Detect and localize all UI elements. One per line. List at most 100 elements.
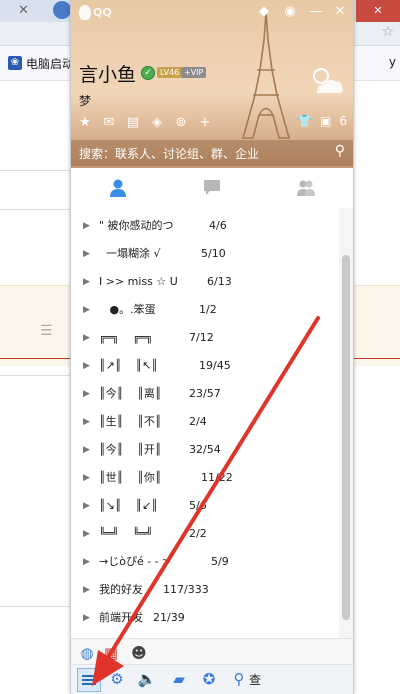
close-icon[interactable]: ✕: [329, 2, 351, 22]
group-name: " 被你感动的つ: [99, 219, 174, 232]
group-count: 5/10: [201, 247, 226, 260]
find-label[interactable]: 查: [249, 671, 261, 688]
group-count: 5/9: [211, 555, 229, 568]
minimize-icon[interactable]: —: [305, 2, 327, 22]
expand-arrow-icon[interactable]: ▶: [83, 604, 90, 632]
find-icon[interactable]: ⚲: [229, 669, 249, 689]
qq-main-panel: QQ ◆ ◉ — ✕ 言小鱼 ✓ LV46 +VIP 梦 ★ ✉ ▤ ◈ ⊚ +…: [70, 0, 354, 694]
search-icon[interactable]: ⚲: [335, 143, 345, 159]
group-count: 1/2: [199, 303, 217, 316]
app-icon[interactable]: ▦: [101, 643, 121, 663]
main-tabs: [71, 168, 353, 209]
expand-arrow-icon[interactable]: ▶: [83, 576, 90, 604]
group-count: 2/2: [189, 527, 207, 540]
speaker-icon[interactable]: 🔈: [137, 669, 157, 689]
group-name: 一塌糊涂 √: [99, 247, 161, 260]
expand-arrow-icon[interactable]: ▶: [83, 548, 90, 576]
contact-group-row[interactable]: ▶ ║今║ ║开║ 32/54: [71, 436, 339, 464]
group-name: ║↘║ ║↙║: [99, 499, 158, 512]
profile-toolbar-right: 👕 ▣ 6: [297, 114, 347, 128]
expand-arrow-icon[interactable]: ▶: [83, 212, 90, 240]
expand-arrow-icon[interactable]: ▶: [83, 492, 90, 520]
group-name: 我的好友: [99, 583, 143, 596]
level-badge[interactable]: LV46: [157, 67, 183, 78]
shirt-icon[interactable]: 👕: [297, 114, 312, 128]
eiffel-tower-image: [241, 11, 291, 139]
favorites-star-icon[interactable]: ✪: [199, 669, 219, 689]
profile-header: QQ ◆ ◉ — ✕ 言小鱼 ✓ LV46 +VIP 梦 ★ ✉ ▤ ◈ ⊚ +…: [71, 0, 353, 168]
tab-chats[interactable]: [165, 168, 259, 208]
plugin-icon[interactable]: ⊚: [173, 116, 189, 130]
zone-star-icon[interactable]: ★: [77, 116, 93, 130]
main-menu-button[interactable]: [77, 668, 101, 692]
group-count: 5/6: [189, 499, 207, 512]
paw-icon: ❀: [8, 56, 22, 70]
group-name: →じòぴé - - >: [99, 555, 172, 568]
group-name: ║今║ ║开║: [99, 443, 162, 456]
background-panel: [0, 170, 71, 210]
contact-icon: [110, 179, 126, 197]
vip-badge[interactable]: +VIP: [181, 67, 207, 78]
browser-globe-icon[interactable]: ◍: [77, 643, 97, 663]
contact-group-row[interactable]: ▶ " 被你感动的つ 4/6: [71, 212, 339, 240]
signature[interactable]: 梦: [79, 92, 91, 109]
group-count: 6/13: [207, 275, 232, 288]
nickname[interactable]: 言小鱼: [79, 60, 136, 87]
close-icon[interactable]: ✕: [18, 3, 29, 18]
bookmark-item[interactable]: 电脑启动: [26, 55, 74, 72]
main-menu-bar: ⚙ 🔈 ▰ ✪ ⚲ 查: [71, 664, 353, 694]
contact-group-row[interactable]: ▶ ║今║ ║离║ 23/57: [71, 380, 339, 408]
contact-group-row[interactable]: ▶ ╔═╗ ╔═╗ 7/12: [71, 324, 339, 352]
chat-bubble-icon: [204, 180, 220, 195]
contact-group-row[interactable]: ▶ 一塌糊涂 √ 5/10: [71, 240, 339, 268]
mail-icon[interactable]: ✉: [101, 116, 117, 130]
group-name: ╚═╝ ╚═╝: [99, 527, 153, 540]
skin-icon[interactable]: ◆: [253, 2, 275, 22]
contact-group-row[interactable]: ▶ 我的好友 117/333: [71, 576, 339, 604]
contact-group-row[interactable]: ▶ ╚═╝ ╚═╝ 2/2: [71, 520, 339, 548]
expand-arrow-icon[interactable]: ▶: [83, 520, 90, 548]
browser-tab-icon[interactable]: [53, 1, 71, 19]
penguin-app-icon[interactable]: ☻: [129, 643, 149, 663]
contact-group-row[interactable]: ▶ ║↘║ ║↙║ 5/6: [71, 492, 339, 520]
online-status-icon[interactable]: ✓: [141, 66, 155, 80]
group-name: ║今║ ║离║: [99, 387, 162, 400]
contact-group-row[interactable]: ▶ I >> miss ☆ U 6/13: [71, 268, 339, 296]
contact-group-row[interactable]: ▶ ●。.笨蛋 1/2: [71, 296, 339, 324]
qq-logo: QQ: [79, 4, 113, 20]
expand-arrow-icon[interactable]: ▶: [83, 324, 90, 352]
weather-icon[interactable]: [307, 62, 347, 102]
tencent-icon[interactable]: ◈: [149, 116, 165, 130]
expand-arrow-icon[interactable]: ▶: [83, 352, 90, 380]
expand-arrow-icon[interactable]: ▶: [83, 296, 90, 324]
folder-icon[interactable]: ▰: [169, 669, 189, 689]
expand-arrow-icon[interactable]: ▶: [83, 436, 90, 464]
gear-icon[interactable]: ⚙: [107, 669, 127, 689]
group-count: 117/333: [163, 583, 209, 596]
expand-arrow-icon[interactable]: ▶: [83, 268, 90, 296]
contact-group-row[interactable]: ▶ 前端开发 21/39: [71, 604, 339, 632]
contact-group-row[interactable]: ▶ ║世║ ║你║ 11/22: [71, 464, 339, 492]
contact-group-row[interactable]: ▶ ║生║ ║不║ 2/4: [71, 408, 339, 436]
add-icon[interactable]: +: [197, 116, 213, 130]
message-count[interactable]: 6: [339, 114, 347, 128]
contact-search-bar[interactable]: 搜索：联系人、讨论组、群、企业 ⚲: [71, 140, 353, 166]
contact-group-row[interactable]: ▶ →じòぴé - - > 5/9: [71, 548, 339, 576]
contact-group-list: ▶ " 被你感动的つ 4/6 ▶ 一塌糊涂 √ 5/10 ▶ I >> miss ☆ U 6/…: [71, 208, 339, 638]
expand-arrow-icon[interactable]: ▶: [83, 408, 90, 436]
settings-icon[interactable]: ◉: [279, 2, 301, 22]
list-icon: ☰: [40, 323, 53, 339]
expand-arrow-icon[interactable]: ▶: [83, 464, 90, 492]
app-bar: ◍ ▦ ☻: [71, 638, 353, 665]
search-placeholder: 搜索：联系人、讨论组、群、企业: [79, 147, 260, 161]
expand-arrow-icon[interactable]: ▶: [83, 380, 90, 408]
tab-contacts[interactable]: [71, 168, 165, 208]
contact-group-row[interactable]: ▶ ║↗║ ║↖║ 19/45: [71, 352, 339, 380]
expand-arrow-icon[interactable]: ▶: [83, 240, 90, 268]
group-count: 2/4: [189, 415, 207, 428]
tab-groups[interactable]: [259, 168, 353, 208]
group-count: 7/12: [189, 331, 214, 344]
message-box-icon[interactable]: ▣: [320, 114, 331, 128]
scrollbar-thumb[interactable]: [342, 255, 350, 620]
wallet-icon[interactable]: ▤: [125, 116, 141, 130]
